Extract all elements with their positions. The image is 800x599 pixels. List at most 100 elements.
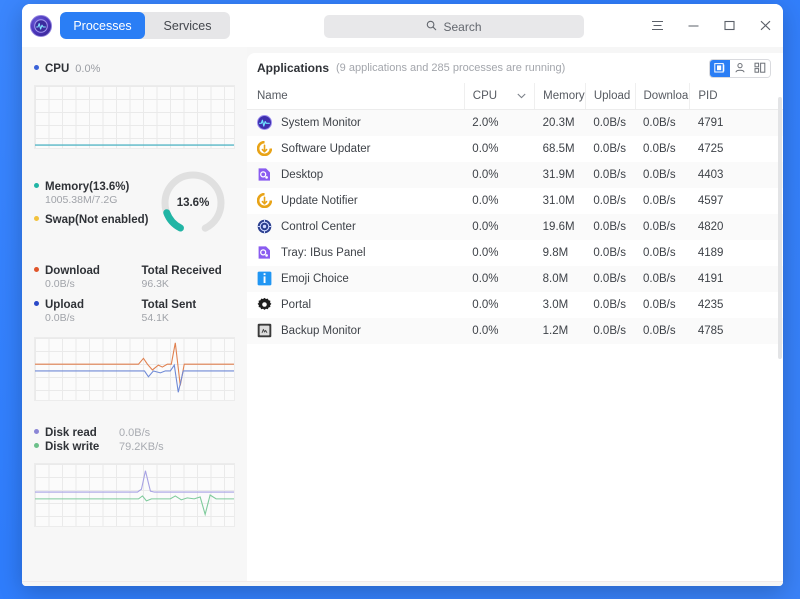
all-processes-view-icon[interactable] [750,59,770,77]
menu-icon[interactable] [649,18,665,34]
table-row[interactable]: Portal 0.0% 3.0M 0.0B/s 0.0B/s 4235 [247,292,783,318]
table-row[interactable]: Control Center 0.0% 19.6M 0.0B/s 0.0B/s … [247,213,783,240]
cpu-value: 0.0% [75,63,101,75]
cell-name: Backup Monitor [247,318,464,344]
search-box[interactable]: Search [324,15,584,38]
applications-panel: Applications (9 applications and 285 pro… [247,53,783,581]
column-header-upload[interactable]: Upload [584,83,635,110]
process-name: Tray: IBus Panel [281,246,366,259]
update-notifier-icon [256,192,273,209]
disk-read-legend-dot [34,429,39,434]
cell-pid: 4189 [697,246,724,259]
system-monitor-logo-icon [30,14,52,37]
search-placeholder: Search [443,19,482,34]
cpu-legend: CPU 0.0% [34,63,235,75]
column-header-name[interactable]: Name [247,83,465,110]
table-row[interactable]: Desktop 0.0% 31.9M 0.0B/s 0.0B/s 4403 [247,161,783,188]
search-icon [426,18,437,36]
cell-download: 0.0B/s [643,220,676,233]
cell-memory: 8.0M [542,272,569,285]
total-sent-value: 54.1K [141,312,169,324]
cell-download: 0.0B/s [643,272,676,285]
minimize-icon[interactable] [685,18,701,34]
upload-value: 0.0B/s [45,312,75,324]
table-row[interactable]: Update Notifier 0.0% 31.0M 0.0B/s 0.0B/s… [247,188,783,214]
total-received-value: 96.3K [141,278,169,290]
disk-write-legend-dot [34,443,39,448]
cell-cpu: 0.0% [472,168,499,181]
my-processes-view-icon[interactable] [730,59,750,77]
disk-write-stat: Disk write 79.2KB/s [34,441,235,453]
table-row[interactable]: Backup Monitor 0.0% 1.2M 0.0B/s 0.0B/s 4… [247,317,783,344]
process-table: Name CPU Memory Upload Downloa PID Syste… [247,83,783,344]
disk-read-value: 0.0B/s [119,427,151,439]
column-header-download[interactable]: Downloa [634,83,690,110]
window-controls [649,4,773,47]
resource-sidebar: CPU 0.0% Memory(13.6%) 1005.38M/7.2G Swa… [22,47,247,581]
table-row[interactable]: Emoji Choice 0.0% 8.0M 0.0B/s 0.0B/s 419… [247,265,783,292]
column-header-cpu[interactable]: CPU [463,83,535,110]
swap-legend: Swap(Not enabled) [34,214,157,226]
applications-header: Applications (9 applications and 285 pro… [247,53,783,83]
process-name: Desktop [281,168,324,181]
cell-cpu: 0.0% [472,272,499,285]
cell-upload: 0.0B/s [593,272,626,285]
cell-cpu: 0.0% [472,142,499,155]
cell-pid: 4791 [697,116,724,129]
tab-services[interactable]: Services [145,12,230,39]
window-titlebar: Processes Services Search [22,4,783,47]
swap-label: Swap(Not enabled) [45,213,149,226]
cell-name: Emoji Choice [247,266,464,292]
cell-download: 0.0B/s [643,324,676,337]
window-content: CPU 0.0% Memory(13.6%) 1005.38M/7.2G Swa… [22,47,783,581]
view-tabs: Processes Services [60,12,230,39]
upload-stat: Upload 0.0B/s [34,299,128,324]
total-received-label: Total Received [141,265,222,277]
cell-download: 0.0B/s [643,194,676,207]
table-row[interactable]: Software Updater 0.0% 68.5M 0.0B/s 0.0B/… [247,136,783,162]
maximize-icon[interactable] [721,18,737,34]
cell-memory: 68.5M [542,142,575,155]
download-label: Download [45,265,100,277]
network-section: Download 0.0B/s Upload 0.0B/s Total Rece… [34,265,235,333]
cell-upload: 0.0B/s [593,116,626,129]
cell-cpu: 0.0% [472,194,499,207]
cell-cpu: 0.0% [472,324,499,337]
cell-pid: 4191 [697,272,724,285]
upload-label: Upload [45,299,84,311]
process-name: Backup Monitor [281,324,361,337]
tab-processes[interactable]: Processes [60,12,145,39]
memory-gauge-value: 13.6% [176,197,210,209]
cell-upload: 0.0B/s [593,246,626,259]
disk-write-value: 79.2KB/s [119,441,164,453]
column-header-pid[interactable]: PID [689,83,783,110]
memory-gauge: 13.6% [157,167,229,239]
cell-name: Control Center [247,214,464,240]
backup-monitor-icon [257,323,272,338]
column-header-memory[interactable]: Memory [534,83,586,110]
upload-legend-dot [34,301,39,306]
cell-memory: 1.2M [542,324,569,337]
cell-memory: 20.3M [542,116,575,129]
desktop-icon [257,167,272,182]
network-chart [34,337,235,401]
table-header-row: Name CPU Memory Upload Downloa PID [247,83,783,110]
process-table-scrollbar[interactable] [778,97,782,359]
cpu-legend-dot [34,65,39,70]
cell-download: 0.0B/s [643,168,676,181]
cell-pid: 4725 [697,142,724,155]
cell-pid: 4820 [697,220,724,233]
cell-upload: 0.0B/s [593,324,626,337]
cell-download: 0.0B/s [643,298,676,311]
disk-section: Disk read 0.0B/s Disk write 79.2KB/s [34,427,235,527]
cell-name: System Monitor [247,110,464,136]
table-row[interactable]: System Monitor 2.0% 20.3M 0.0B/s 0.0B/s … [247,109,783,136]
close-icon[interactable] [757,18,773,34]
cpu-label: CPU [45,63,70,75]
cell-memory: 31.9M [542,168,575,181]
table-row[interactable]: Tray: IBus Panel 0.0% 9.8M 0.0B/s 0.0B/s… [247,240,783,266]
cpu-chart [34,85,235,149]
cell-pid: 4597 [697,194,724,207]
applications-view-icon[interactable] [710,59,730,77]
process-name: Update Notifier [281,194,358,207]
